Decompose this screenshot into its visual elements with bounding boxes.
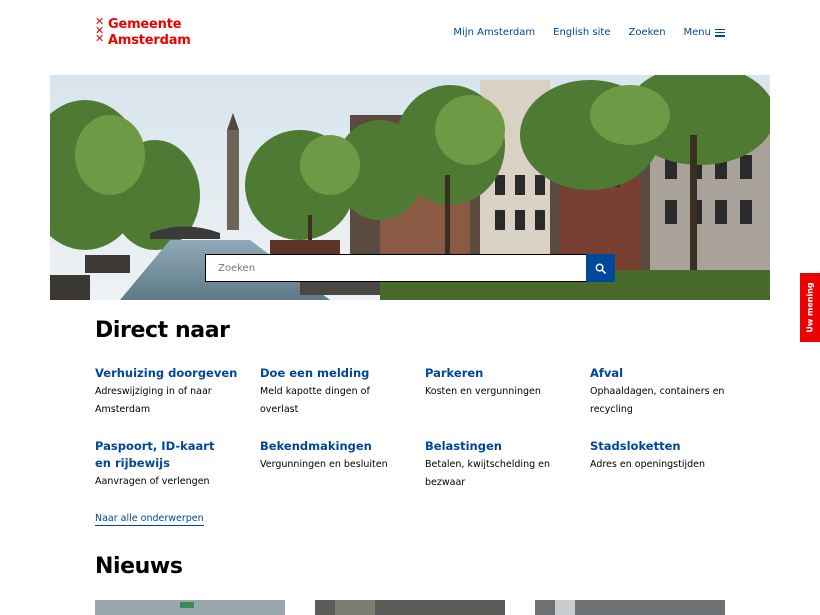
search-bar bbox=[205, 254, 615, 282]
search-input[interactable] bbox=[205, 254, 586, 282]
news-heading: Nieuws bbox=[95, 554, 183, 579]
news-card-image[interactable] bbox=[315, 600, 505, 615]
logo-crosses-icon: ✕ ✕ ✕ bbox=[95, 15, 105, 45]
feedback-tab[interactable]: Uw mening bbox=[800, 273, 820, 342]
list-item: Parkeren Kosten en vergunningen bbox=[425, 365, 580, 401]
item-description: Kosten en vergunningen bbox=[425, 386, 541, 397]
nav-english-site[interactable]: English site bbox=[553, 27, 610, 38]
link-verhuizing[interactable]: Verhuizing doorgeven bbox=[95, 365, 250, 382]
item-description: Adreswijziging in of naar Amsterdam bbox=[95, 386, 212, 415]
item-description: Meld kapotte dingen of overlast bbox=[260, 386, 370, 415]
nav-menu-button[interactable]: Menu bbox=[684, 27, 725, 38]
list-item: Afval Ophaaldagen, containers en recycli… bbox=[590, 365, 745, 419]
item-description: Aanvragen of verlengen bbox=[95, 476, 210, 487]
list-item: Doe een melding Meld kapotte dingen of o… bbox=[260, 365, 415, 419]
logo-line-1: Gemeente bbox=[108, 17, 182, 32]
list-item: Stadsloketten Adres en openingstijden bbox=[590, 438, 745, 474]
nav-zoeken[interactable]: Zoeken bbox=[628, 27, 665, 38]
hamburger-icon bbox=[715, 28, 725, 37]
list-item: Verhuizing doorgeven Adreswijziging in o… bbox=[95, 365, 250, 419]
logo-text: Gemeente Amsterdam bbox=[108, 17, 191, 49]
nav-mijn-amsterdam[interactable]: Mijn Amsterdam bbox=[453, 27, 535, 38]
list-item: Paspoort, ID-kaart en rijbewijs Aanvrage… bbox=[95, 438, 250, 491]
news-card-image[interactable] bbox=[95, 600, 285, 615]
list-item: Belastingen Betalen, kwijtschelding en b… bbox=[425, 438, 580, 492]
search-icon bbox=[595, 263, 606, 274]
direct-heading: Direct naar bbox=[95, 318, 230, 343]
nav-menu-label: Menu bbox=[683, 27, 711, 38]
logo-line-2: Amsterdam bbox=[108, 33, 191, 48]
link-melding[interactable]: Doe een melding bbox=[260, 365, 415, 382]
link-bekendmakingen[interactable]: Bekendmakingen bbox=[260, 438, 415, 455]
list-item: Bekendmakingen Vergunningen en besluiten bbox=[260, 438, 415, 474]
logo[interactable]: ✕ ✕ ✕ Gemeente Amsterdam bbox=[95, 15, 191, 49]
search-button[interactable] bbox=[586, 254, 615, 282]
news-card-image[interactable] bbox=[535, 600, 725, 615]
link-parkeren[interactable]: Parkeren bbox=[425, 365, 580, 382]
feedback-tab-label: Uw mening bbox=[805, 282, 815, 333]
top-navigation: Mijn Amsterdam English site Zoeken Menu bbox=[435, 27, 725, 38]
link-stadsloketten[interactable]: Stadsloketten bbox=[590, 438, 745, 455]
link-afval[interactable]: Afval bbox=[590, 365, 745, 382]
item-description: Betalen, kwijtschelding en bezwaar bbox=[425, 459, 551, 488]
item-description: Ophaaldagen, containers en recycling bbox=[590, 386, 725, 415]
item-description: Vergunningen en besluiten bbox=[260, 459, 388, 470]
link-paspoort[interactable]: Paspoort, ID-kaart en rijbewijs bbox=[95, 438, 230, 472]
link-belastingen[interactable]: Belastingen bbox=[425, 438, 580, 455]
all-topics-link[interactable]: Naar alle onderwerpen bbox=[95, 513, 204, 526]
item-description: Adres en openingstijden bbox=[590, 459, 706, 470]
